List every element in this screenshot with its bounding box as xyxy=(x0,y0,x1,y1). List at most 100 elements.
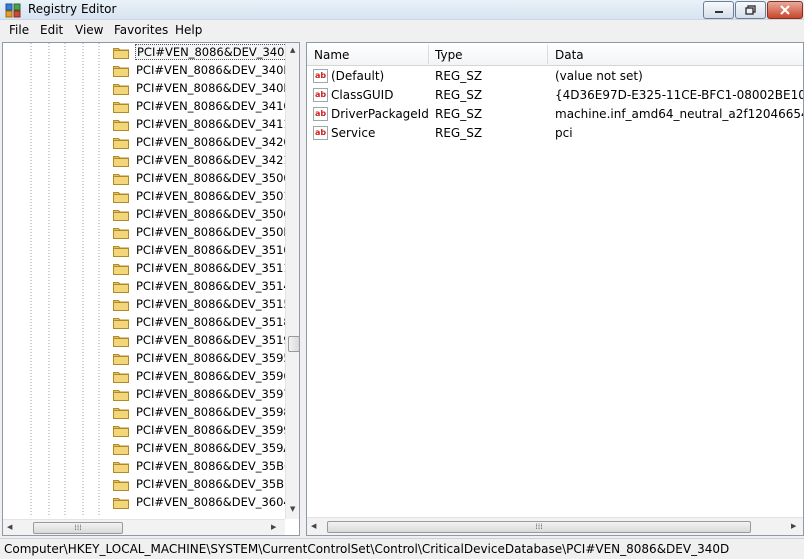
menu-help[interactable]: Help xyxy=(175,23,202,37)
folder-icon xyxy=(113,119,129,131)
scroll-down-arrow-icon[interactable]: ▼ xyxy=(290,505,295,513)
scroll-up-arrow-icon[interactable]: ▲ xyxy=(290,46,295,54)
value-type: REG_SZ xyxy=(435,69,483,83)
title-bar: Registry Editor xyxy=(0,0,804,20)
tree-horizontal-scrollbar[interactable]: ◀ ⁞⁞⁞ ▶ xyxy=(3,519,285,535)
folder-icon xyxy=(113,407,129,419)
value-type: REG_SZ xyxy=(435,126,483,140)
tree-item[interactable]: PCI#VEN_8086&DEV_340F xyxy=(113,79,291,97)
column-header-name[interactable]: Name xyxy=(314,48,349,62)
tree-item-label: PCI#VEN_8086&DEV_3604 xyxy=(136,495,291,509)
column-divider[interactable] xyxy=(428,45,429,64)
value-data: pci xyxy=(555,126,573,140)
tree-item[interactable]: PCI#VEN_8086&DEV_359A xyxy=(113,439,292,457)
tree-item[interactable]: PCI#VEN_8086&DEV_3421 xyxy=(113,151,292,169)
tree-item[interactable]: PCI#VEN_8086&DEV_3515 xyxy=(113,295,292,313)
tree-item-label: PCI#VEN_8086&DEV_3500 xyxy=(136,171,291,185)
tree-item[interactable]: PCI#VEN_8086&DEV_3519 xyxy=(113,331,292,349)
tree-item-label: PCI#VEN_8086&DEV_3597 xyxy=(136,387,291,401)
tree-item-label: PCI#VEN_8086&DEV_3421 xyxy=(136,153,291,167)
tree-item[interactable]: PCI#VEN_8086&DEV_3599 xyxy=(113,421,292,439)
list-horizontal-scroll-thumb[interactable]: ⁞⁞⁞ xyxy=(327,521,751,533)
column-header-type[interactable]: Type xyxy=(435,48,463,62)
registry-tree[interactable]: PCI#VEN_8086&DEV_340D PCI#VEN_8086&DEV_34… xyxy=(2,42,300,536)
value-row[interactable]: ab Service REG_SZ pci xyxy=(307,124,803,143)
tree-item-label: PCI#VEN_8086&DEV_340D xyxy=(135,44,296,60)
folder-icon xyxy=(113,173,129,185)
tree-item[interactable]: PCI#VEN_8086&DEV_350C xyxy=(113,205,292,223)
folder-icon xyxy=(113,281,129,293)
list-header: Name Type Data xyxy=(307,43,803,66)
folder-icon xyxy=(113,65,129,77)
tree-item[interactable]: PCI#VEN_8086&DEV_35B6 xyxy=(113,457,292,475)
value-data: machine.inf_amd64_neutral_a2f120466549d6… xyxy=(555,107,803,121)
tree-item-label: PCI#VEN_8086&DEV_3510 xyxy=(136,243,291,257)
menu-favorites[interactable]: Favorites xyxy=(114,23,168,37)
tree-horizontal-scroll-thumb[interactable]: ⁞⁞⁞ xyxy=(33,522,123,534)
folder-icon xyxy=(113,461,129,473)
tree-item[interactable]: PCI#VEN_8086&DEV_3410 xyxy=(113,97,292,115)
tree-item[interactable]: PCI#VEN_8086&DEV_350D xyxy=(113,223,293,241)
column-header-data[interactable]: Data xyxy=(555,48,584,62)
string-value-icon: ab xyxy=(313,88,328,102)
tree-item[interactable]: PCI#VEN_8086&DEV_3598 xyxy=(113,403,292,421)
scroll-left-arrow-icon[interactable]: ◀ xyxy=(311,522,316,530)
folder-icon xyxy=(113,371,129,383)
folder-icon xyxy=(113,83,129,95)
tree-item[interactable]: PCI#VEN_8086&DEV_3514 xyxy=(113,277,292,295)
folder-icon xyxy=(113,443,129,455)
tree-item[interactable]: PCI#VEN_8086&DEV_3518 xyxy=(113,313,292,331)
tree-item-label: PCI#VEN_8086&DEV_3519 xyxy=(136,333,291,347)
folder-icon xyxy=(113,137,129,149)
tree-item-label: PCI#VEN_8086&DEV_350D xyxy=(136,225,293,239)
tree-item[interactable]: PCI#VEN_8086&DEV_3595 xyxy=(113,349,292,367)
tree-item[interactable]: PCI#VEN_8086&DEV_3597 xyxy=(113,385,292,403)
value-row[interactable]: ab DriverPackageId REG_SZ machine.inf_amd64… xyxy=(307,105,803,124)
minimize-button[interactable] xyxy=(703,1,734,19)
column-divider[interactable] xyxy=(547,45,548,64)
tree-item[interactable]: PCI#VEN_8086&DEV_3604 xyxy=(113,493,292,511)
close-button[interactable] xyxy=(767,1,803,19)
folder-icon xyxy=(113,47,129,59)
tree-item-label: PCI#VEN_8086&DEV_3420 xyxy=(136,135,291,149)
tree-item[interactable]: PCI#VEN_8086&DEV_3510 xyxy=(113,241,292,259)
folder-icon xyxy=(113,479,129,491)
menu-file[interactable]: File xyxy=(9,23,29,37)
menu-edit[interactable]: Edit xyxy=(40,23,63,37)
scroll-right-arrow-icon[interactable]: ▶ xyxy=(271,523,276,531)
list-horizontal-scrollbar[interactable]: ◀ ⁞⁞⁞ ▶ xyxy=(307,517,803,535)
status-bar: Computer\HKEY_LOCAL_MACHINE\SYSTEM\Curre… xyxy=(0,538,804,559)
value-type: REG_SZ xyxy=(435,107,483,121)
tree-item[interactable]: PCI#VEN_8086&DEV_3511 xyxy=(113,259,292,277)
tree-item-label: PCI#VEN_8086&DEV_340E xyxy=(136,63,291,77)
tree-item-label: PCI#VEN_8086&DEV_35B7 xyxy=(136,477,292,491)
tree-vertical-scrollbar[interactable]: ▲ ▼ xyxy=(285,43,299,519)
tree-item-label: PCI#VEN_8086&DEV_3595 xyxy=(136,351,291,365)
tree-vertical-scroll-thumb[interactable] xyxy=(288,336,299,352)
maximize-button[interactable] xyxy=(735,1,766,19)
tree-item[interactable]: PCI#VEN_8086&DEV_3411 xyxy=(113,115,292,133)
tree-item[interactable]: PCI#VEN_8086&DEV_340D xyxy=(113,43,296,61)
folder-icon xyxy=(113,497,129,509)
tree-item-label: PCI#VEN_8086&DEV_3410 xyxy=(136,99,291,113)
tree-item-label: PCI#VEN_8086&DEV_350C xyxy=(136,207,292,221)
tree-item[interactable]: PCI#VEN_8086&DEV_340E xyxy=(113,61,292,79)
tree-item[interactable]: PCI#VEN_8086&DEV_35B7 xyxy=(113,475,292,493)
tree-item[interactable]: PCI#VEN_8086&DEV_3501 xyxy=(113,187,292,205)
value-name: DriverPackageId xyxy=(331,107,429,121)
values-list[interactable]: Name Type Data ab (Default) REG_SZ (value n… xyxy=(306,42,804,536)
tree-item-label: PCI#VEN_8086&DEV_3596 xyxy=(136,369,291,383)
tree-item[interactable]: PCI#VEN_8086&DEV_3500 xyxy=(113,169,292,187)
folder-icon xyxy=(113,209,129,221)
tree-item[interactable]: PCI#VEN_8086&DEV_3596 xyxy=(113,367,292,385)
scroll-left-arrow-icon[interactable]: ◀ xyxy=(7,523,12,531)
close-icon xyxy=(780,5,790,15)
value-row[interactable]: ab ClassGUID REG_SZ {4D36E97D-E325-11CE-BFC… xyxy=(307,86,803,105)
scroll-right-arrow-icon[interactable]: ▶ xyxy=(791,522,796,530)
folder-icon xyxy=(113,425,129,437)
value-row[interactable]: ab (Default) REG_SZ (value not set) xyxy=(307,67,803,86)
value-name: Service xyxy=(331,126,376,140)
tree-item[interactable]: PCI#VEN_8086&DEV_3420 xyxy=(113,133,292,151)
folder-icon xyxy=(113,389,129,401)
menu-view[interactable]: View xyxy=(75,23,103,37)
